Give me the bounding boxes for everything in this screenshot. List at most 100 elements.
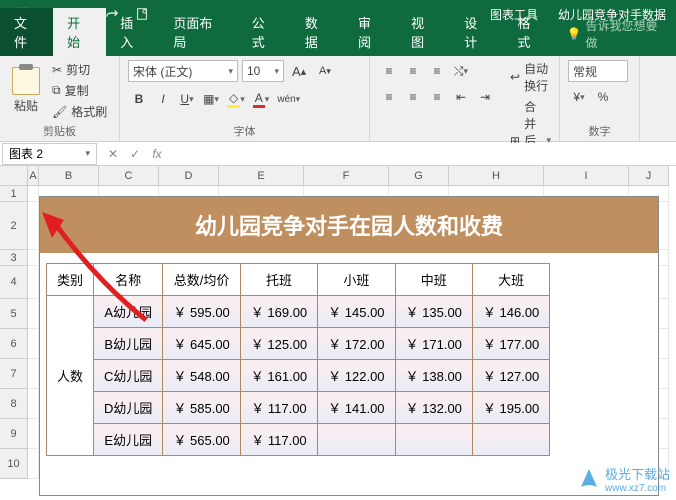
copy-button[interactable]: ⧉复制 bbox=[50, 81, 109, 100]
column-header[interactable]: C bbox=[99, 166, 159, 186]
tab-data[interactable]: 数据 bbox=[291, 8, 344, 56]
copy-icon: ⧉ bbox=[52, 83, 61, 98]
tab-review[interactable]: 审阅 bbox=[344, 8, 397, 56]
align-right-button[interactable]: ≡ bbox=[426, 86, 448, 108]
table-value-cell: ￥ 146.00 bbox=[472, 296, 549, 328]
grid-cell[interactable] bbox=[28, 186, 39, 202]
bold-button[interactable]: B bbox=[128, 88, 150, 110]
grid-cell[interactable] bbox=[28, 299, 39, 329]
chart-data-table: 类别名称总数/均价托班小班中班大班人数A幼儿园￥ 595.00￥ 169.00￥… bbox=[46, 263, 550, 456]
table-name-cell: D幼儿园 bbox=[94, 392, 163, 424]
align-left-button[interactable]: ≡ bbox=[378, 86, 400, 108]
formula-input[interactable] bbox=[173, 143, 676, 165]
border-button[interactable]: ▦ ▾ bbox=[200, 88, 222, 110]
table-value-cell bbox=[395, 424, 472, 456]
cut-button[interactable]: ✂剪切 bbox=[50, 60, 109, 79]
table-value-cell: ￥ 177.00 bbox=[472, 328, 549, 360]
tell-me-search[interactable]: 💡 告诉我您想要做 bbox=[557, 12, 676, 56]
table-value-cell: ￥ 161.00 bbox=[240, 360, 317, 392]
column-header[interactable]: I bbox=[544, 166, 629, 186]
select-all-corner[interactable] bbox=[0, 166, 28, 186]
column-header[interactable]: E bbox=[219, 166, 304, 186]
column-header[interactable]: J bbox=[629, 166, 669, 186]
column-header[interactable]: F bbox=[304, 166, 389, 186]
tab-view[interactable]: 视图 bbox=[397, 8, 450, 56]
decrease-indent-button[interactable]: ⇤ bbox=[450, 86, 472, 108]
italic-button[interactable]: I bbox=[152, 88, 174, 110]
fill-color-button[interactable]: ◇▾ bbox=[224, 88, 248, 110]
number-format-select[interactable]: 常规 bbox=[568, 60, 628, 82]
format-painter-button[interactable]: 🖌格式刷 bbox=[50, 102, 109, 121]
tab-design[interactable]: 设计 bbox=[450, 8, 503, 56]
grid-cell[interactable] bbox=[28, 266, 39, 299]
column-header[interactable]: B bbox=[39, 166, 99, 186]
increase-font-button[interactable]: A▴ bbox=[288, 60, 310, 82]
grid-cell[interactable] bbox=[28, 449, 39, 479]
align-top-button[interactable]: ≡ bbox=[378, 60, 400, 82]
cancel-formula-button[interactable]: ✕ bbox=[103, 144, 123, 164]
grid-cell[interactable] bbox=[28, 359, 39, 389]
font-name-select[interactable]: 宋体 (正文)▾ bbox=[128, 60, 238, 82]
paste-button[interactable]: 粘贴 bbox=[8, 60, 44, 121]
table-value-cell: ￥ 127.00 bbox=[472, 360, 549, 392]
row-header[interactable]: 6 bbox=[0, 329, 28, 359]
tab-page-layout[interactable]: 页面布局 bbox=[159, 8, 237, 56]
grid-cell[interactable] bbox=[28, 329, 39, 359]
table-name-cell: E幼儿园 bbox=[94, 424, 163, 456]
tab-file[interactable]: 文件 bbox=[0, 8, 53, 56]
column-header[interactable]: G bbox=[389, 166, 449, 186]
table-category-cell: 人数 bbox=[47, 296, 94, 456]
row-header[interactable]: 7 bbox=[0, 359, 28, 389]
table-value-cell: ￥ 595.00 bbox=[163, 296, 240, 328]
row-header[interactable]: 10 bbox=[0, 449, 28, 479]
paste-icon bbox=[12, 67, 40, 95]
name-box[interactable]: 图表 2▾ bbox=[2, 143, 97, 165]
bucket-icon: ◇ bbox=[227, 91, 240, 108]
table-value-cell: ￥ 122.00 bbox=[318, 360, 395, 392]
align-center-button[interactable]: ≡ bbox=[402, 86, 424, 108]
orientation-button[interactable]: ⤭▾ bbox=[450, 60, 472, 82]
grid-cell[interactable] bbox=[28, 389, 39, 419]
underline-button[interactable]: U ▾ bbox=[176, 88, 198, 110]
row-header[interactable]: 4 bbox=[0, 266, 28, 299]
column-header[interactable]: A bbox=[28, 166, 39, 186]
percent-format-button[interactable]: % bbox=[592, 86, 614, 108]
row-header[interactable]: 5 bbox=[0, 299, 28, 329]
table-value-cell: ￥ 171.00 bbox=[395, 328, 472, 360]
font-color-button[interactable]: A▾ bbox=[250, 88, 273, 110]
font-size-select[interactable]: 10▾ bbox=[242, 60, 284, 82]
tab-format[interactable]: 格式 bbox=[503, 8, 556, 56]
tab-formulas[interactable]: 公式 bbox=[238, 8, 291, 56]
watermark: 极光下载站 www.xz7.com bbox=[577, 464, 670, 494]
enter-formula-button[interactable]: ✓ bbox=[125, 144, 145, 164]
increase-indent-button[interactable]: ⇥ bbox=[474, 86, 496, 108]
table-name-cell: B幼儿园 bbox=[94, 328, 163, 360]
row-header[interactable]: 3 bbox=[0, 250, 28, 266]
accounting-format-button[interactable]: ¥▾ bbox=[568, 86, 590, 108]
fx-button[interactable]: fx bbox=[147, 144, 167, 164]
decrease-font-button[interactable]: A▾ bbox=[314, 60, 336, 82]
tab-home[interactable]: 开始 bbox=[53, 8, 106, 56]
row-header[interactable]: 1 bbox=[0, 186, 28, 202]
table-header-cell: 小班 bbox=[318, 264, 395, 296]
row-header[interactable]: 8 bbox=[0, 389, 28, 419]
column-header[interactable]: D bbox=[159, 166, 219, 186]
embedded-chart-object[interactable]: 幼儿园竞争对手在园人数和收费 类别名称总数/均价托班小班中班大班人数A幼儿园￥ … bbox=[39, 196, 659, 496]
row-header[interactable]: 9 bbox=[0, 419, 28, 449]
table-value-cell: ￥ 585.00 bbox=[163, 392, 240, 424]
row-header[interactable]: 2 bbox=[0, 202, 28, 250]
tab-insert[interactable]: 插入 bbox=[106, 8, 159, 56]
grid-cell[interactable] bbox=[28, 202, 39, 250]
phonetic-button[interactable]: wén▾ bbox=[274, 88, 303, 110]
table-header-cell: 名称 bbox=[94, 264, 163, 296]
table-row: B幼儿园￥ 645.00￥ 125.00￥ 172.00￥ 171.00￥ 17… bbox=[47, 328, 550, 360]
table-header-cell: 大班 bbox=[472, 264, 549, 296]
grid-cell[interactable] bbox=[28, 419, 39, 449]
chevron-down-icon: ▾ bbox=[228, 66, 233, 77]
column-header[interactable]: H bbox=[449, 166, 544, 186]
grid-cell[interactable] bbox=[28, 250, 39, 266]
table-value-cell: ￥ 548.00 bbox=[163, 360, 240, 392]
wrap-text-button[interactable]: ↩自动换行 bbox=[510, 60, 551, 94]
align-bottom-button[interactable]: ≡ bbox=[426, 60, 448, 82]
align-middle-button[interactable]: ≡ bbox=[402, 60, 424, 82]
